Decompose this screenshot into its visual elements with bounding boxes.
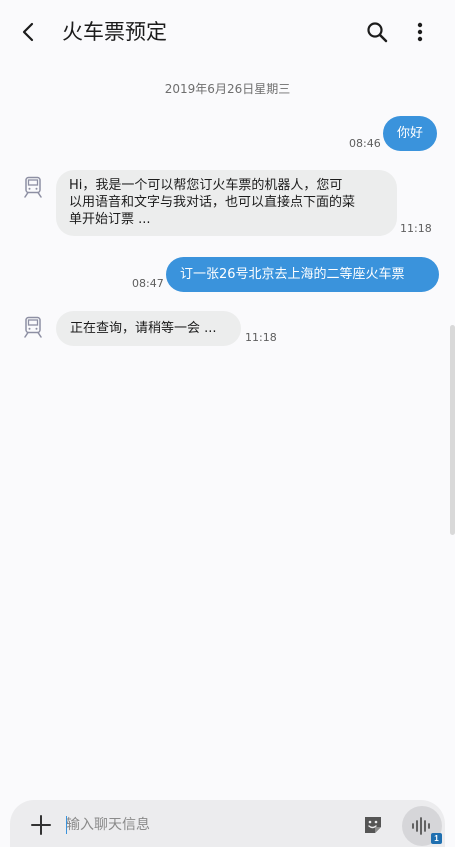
message-input[interactable] xyxy=(66,812,346,838)
more-vertical-icon xyxy=(417,22,423,42)
date-separator: 2019年6月26日星期三 xyxy=(164,82,291,96)
back-button[interactable] xyxy=(14,17,44,47)
voice-input-button[interactable]: 1 xyxy=(402,806,442,846)
text-cursor xyxy=(66,816,67,834)
message-time: 11:18 xyxy=(245,331,277,344)
message-text-line: Hi，我是一个可以帮您订火车票的机器人，您可 xyxy=(69,178,343,193)
bot-avatar xyxy=(22,316,44,338)
search-icon xyxy=(367,22,388,43)
sim-badge: 1 xyxy=(431,833,442,844)
sticker-icon xyxy=(365,817,381,833)
attach-button[interactable] xyxy=(28,812,54,838)
more-options-button[interactable] xyxy=(405,17,435,47)
scrollbar-thumb[interactable] xyxy=(450,325,455,535)
message-time: 11:18 xyxy=(400,222,432,235)
message-text-line: 以用语音和文字与我对话，也可以直接点下面的菜 xyxy=(69,195,356,210)
message-time: 08:47 xyxy=(132,277,164,290)
page-title: 火车票预定 xyxy=(62,20,167,44)
sticker-button[interactable] xyxy=(360,812,386,838)
train-icon xyxy=(24,176,42,198)
incoming-message-bubble[interactable]: 正在查询，请稍等一会 ... xyxy=(56,311,241,346)
outgoing-message-bubble[interactable]: 你好 xyxy=(383,116,438,151)
outgoing-message-bubble[interactable]: 订一张26号北京去上海的二等座火车票 xyxy=(166,257,439,292)
search-button[interactable] xyxy=(362,17,392,47)
plus-icon xyxy=(31,815,51,835)
message-time: 08:46 xyxy=(349,137,381,150)
app-header: 火车票预定 xyxy=(0,0,455,64)
message-composer: 1 xyxy=(10,800,445,847)
incoming-message-bubble[interactable]: Hi，我是一个可以帮您订火车票的机器人，您可 以用语音和文字与我对话，也可以直接… xyxy=(56,170,397,236)
message-text-line: 单开始订票 ... xyxy=(69,212,151,227)
chevron-left-icon xyxy=(22,22,34,42)
train-icon xyxy=(24,316,42,338)
bot-avatar xyxy=(22,176,44,198)
voice-wave-icon xyxy=(412,817,430,835)
